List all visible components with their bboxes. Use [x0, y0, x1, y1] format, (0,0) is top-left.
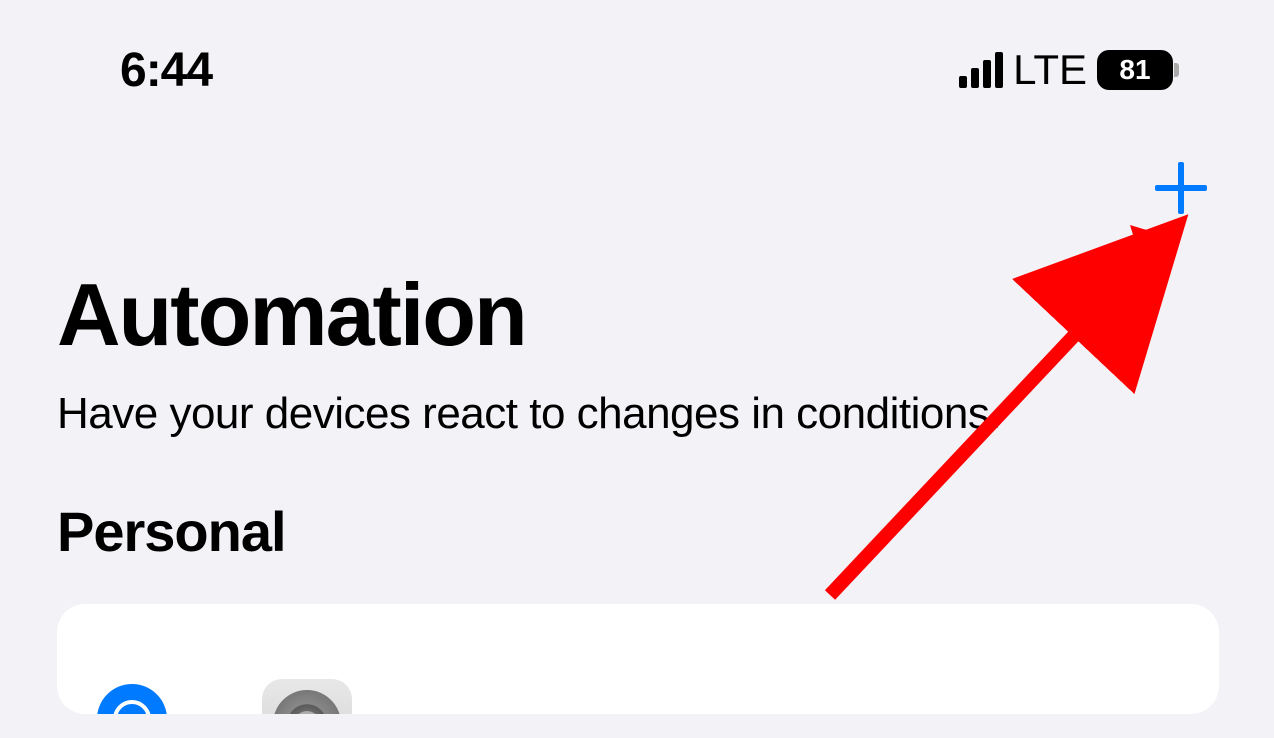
clock-app-icon [97, 684, 167, 714]
settings-app-icon [262, 679, 352, 714]
automation-card[interactable] [57, 604, 1219, 714]
cellular-signal-icon [959, 52, 1003, 88]
status-time: 6:44 [120, 43, 212, 98]
nav-bar [0, 100, 1274, 216]
battery-level: 81 [1119, 54, 1150, 86]
status-indicators: LTE 81 [959, 46, 1179, 94]
plus-icon [1155, 162, 1207, 214]
status-bar: 6:44 LTE 81 [0, 0, 1274, 100]
network-type-label: LTE [1013, 46, 1087, 94]
personal-section-header: Personal [57, 499, 1219, 564]
page-subtitle: Have your devices react to changes in co… [57, 389, 1219, 439]
add-automation-button[interactable] [1153, 160, 1209, 216]
battery-indicator: 81 [1097, 50, 1179, 90]
page-title: Automation [57, 271, 1219, 359]
main-content: Automation Have your devices react to ch… [0, 216, 1274, 714]
